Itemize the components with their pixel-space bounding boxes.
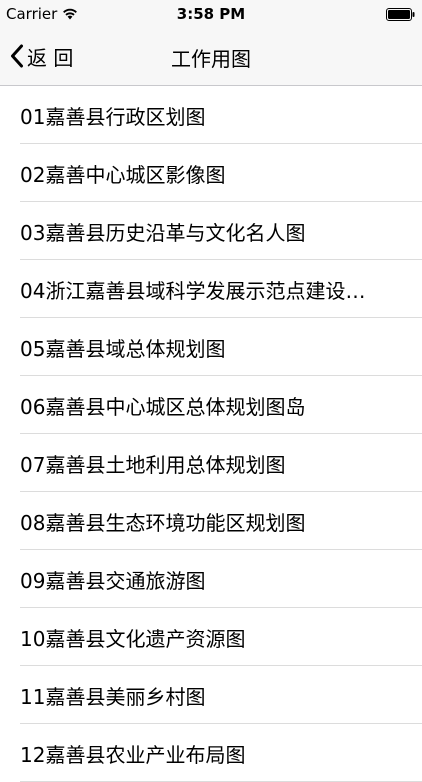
list-item-label: 11嘉善县美丽乡村图 [20,684,206,709]
map-list: 01嘉善县行政区划图 02嘉善中心城区影像图 03嘉善县历史沿革与文化名人图 04浙江… [0,86,422,782]
list-item[interactable]: 02嘉善中心城区影像图 [0,144,422,202]
list-item[interactable]: 07嘉善县土地利用总体规划图 [0,434,422,492]
list-item[interactable]: 11嘉善县美丽乡村图 [0,666,422,724]
list-item[interactable]: 06嘉善县中心城区总体规划图岛 [0,376,422,434]
list-item[interactable]: 05嘉善县域总体规划图 [0,318,422,376]
list-item-label: 08嘉善县生态环境功能区规划图 [20,510,306,535]
list-item[interactable]: 12嘉善县农业产业布局图 [0,724,422,782]
list-item[interactable]: 08嘉善县生态环境功能区规划图 [0,492,422,550]
list-item[interactable]: 01嘉善县行政区划图 [0,86,422,144]
list-item[interactable]: 09嘉善县交通旅游图 [0,550,422,608]
list-item[interactable]: 04浙江嘉善县域科学发展示范点建设… [0,260,422,318]
list-item-label: 01嘉善县行政区划图 [20,104,206,129]
page-title: 工作用图 [171,47,251,71]
navigation-bar: 返 回 工作用图 [0,28,422,86]
list-item-label: 09嘉善县交通旅游图 [20,568,206,593]
list-item-label: 03嘉善县历史沿革与文化名人图 [20,220,306,245]
status-bar: Carrier 3:58 PM [0,0,422,28]
list-item-label: 02嘉善中心城区影像图 [20,162,226,187]
list-item-label: 10嘉善县文化遗产资源图 [20,626,246,651]
list-item-label: 06嘉善县中心城区总体规划图岛 [20,394,306,419]
list-item[interactable]: 03嘉善县历史沿革与文化名人图 [0,202,422,260]
battery-icon [386,8,415,21]
list-item-label: 07嘉善县土地利用总体规划图 [20,452,286,477]
list-item-label: 04浙江嘉善县域科学发展示范点建设… [20,278,366,303]
list-item-label: 05嘉善县域总体规划图 [20,336,226,361]
list-item-label: 12嘉善县农业产业布局图 [20,742,246,767]
status-time: 3:58 PM [176,5,246,23]
list-item[interactable]: 10嘉善县文化遗产资源图 [0,608,422,666]
